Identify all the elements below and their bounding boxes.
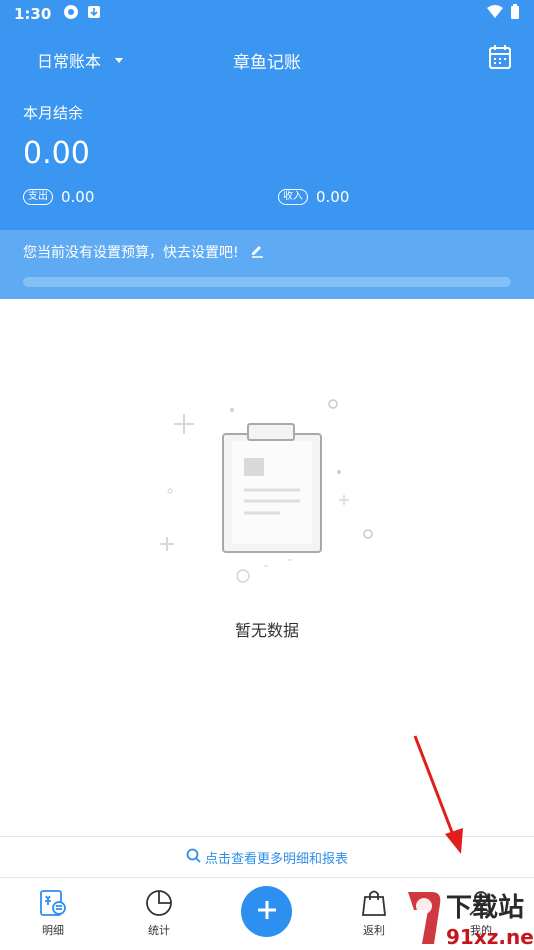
income-summary: 收入 0.00 [278, 188, 349, 206]
tab-rebate-label: 返利 [363, 924, 385, 937]
income-value: 0.00 [316, 188, 350, 206]
svg-text:91xz.net: 91xz.net [446, 925, 534, 949]
expense-value: 0.00 [61, 188, 95, 206]
edit-pencil-icon[interactable] [249, 242, 265, 262]
budget-progress-bar [23, 277, 511, 287]
expense-summary: 支出 0.00 [23, 188, 94, 206]
income-badge: 收入 [278, 189, 308, 205]
tab-details[interactable]: 明细 [23, 888, 83, 938]
budget-prompt: 您当前没有设置预算，快去设置吧! [23, 242, 265, 262]
expense-badge: 支出 [23, 189, 53, 205]
empty-state-text: 暂无数据 [234, 621, 299, 640]
battery-icon [510, 4, 520, 24]
more-details-label: 点击查看更多明细和报表 [204, 851, 348, 867]
balance-value: 0.00 [23, 136, 90, 171]
shopping-bag-icon [359, 888, 389, 918]
tab-details-label: 明细 [42, 924, 64, 937]
download-notification-icon [87, 5, 101, 23]
tab-statistics-label: 统计 [148, 924, 170, 937]
empty-clipboard-icon [150, 394, 390, 594]
ledger-icon [38, 888, 68, 918]
status-time: 1:30 [14, 5, 52, 23]
app-title: 章鱼记账 [233, 53, 301, 73]
calendar-icon[interactable] [488, 44, 512, 70]
header: 日常账本 章鱼记账 本月结余 0.00 支出 0.00 收入 0.00 [0, 28, 534, 230]
balance-label: 本月结余 [23, 104, 84, 122]
tab-rebate[interactable]: 返利 [344, 888, 404, 938]
budget-section[interactable]: 您当前没有设置预算，快去设置吧! [0, 230, 534, 299]
pie-chart-icon [144, 888, 174, 918]
status-bar: 1:30 [0, 0, 534, 28]
app-notification-icon [63, 4, 79, 24]
search-icon [186, 848, 201, 867]
tab-statistics[interactable]: 统计 [129, 888, 189, 938]
budget-prompt-text: 您当前没有设置预算，快去设置吧! [23, 245, 239, 261]
add-record-button[interactable] [241, 886, 292, 937]
wifi-icon [486, 5, 504, 23]
annotation-arrow [405, 730, 475, 860]
plus-icon [256, 899, 278, 925]
site-watermark-logo: 下载站 91xz.net [404, 886, 534, 950]
svg-text:下载站: 下载站 [446, 893, 524, 923]
